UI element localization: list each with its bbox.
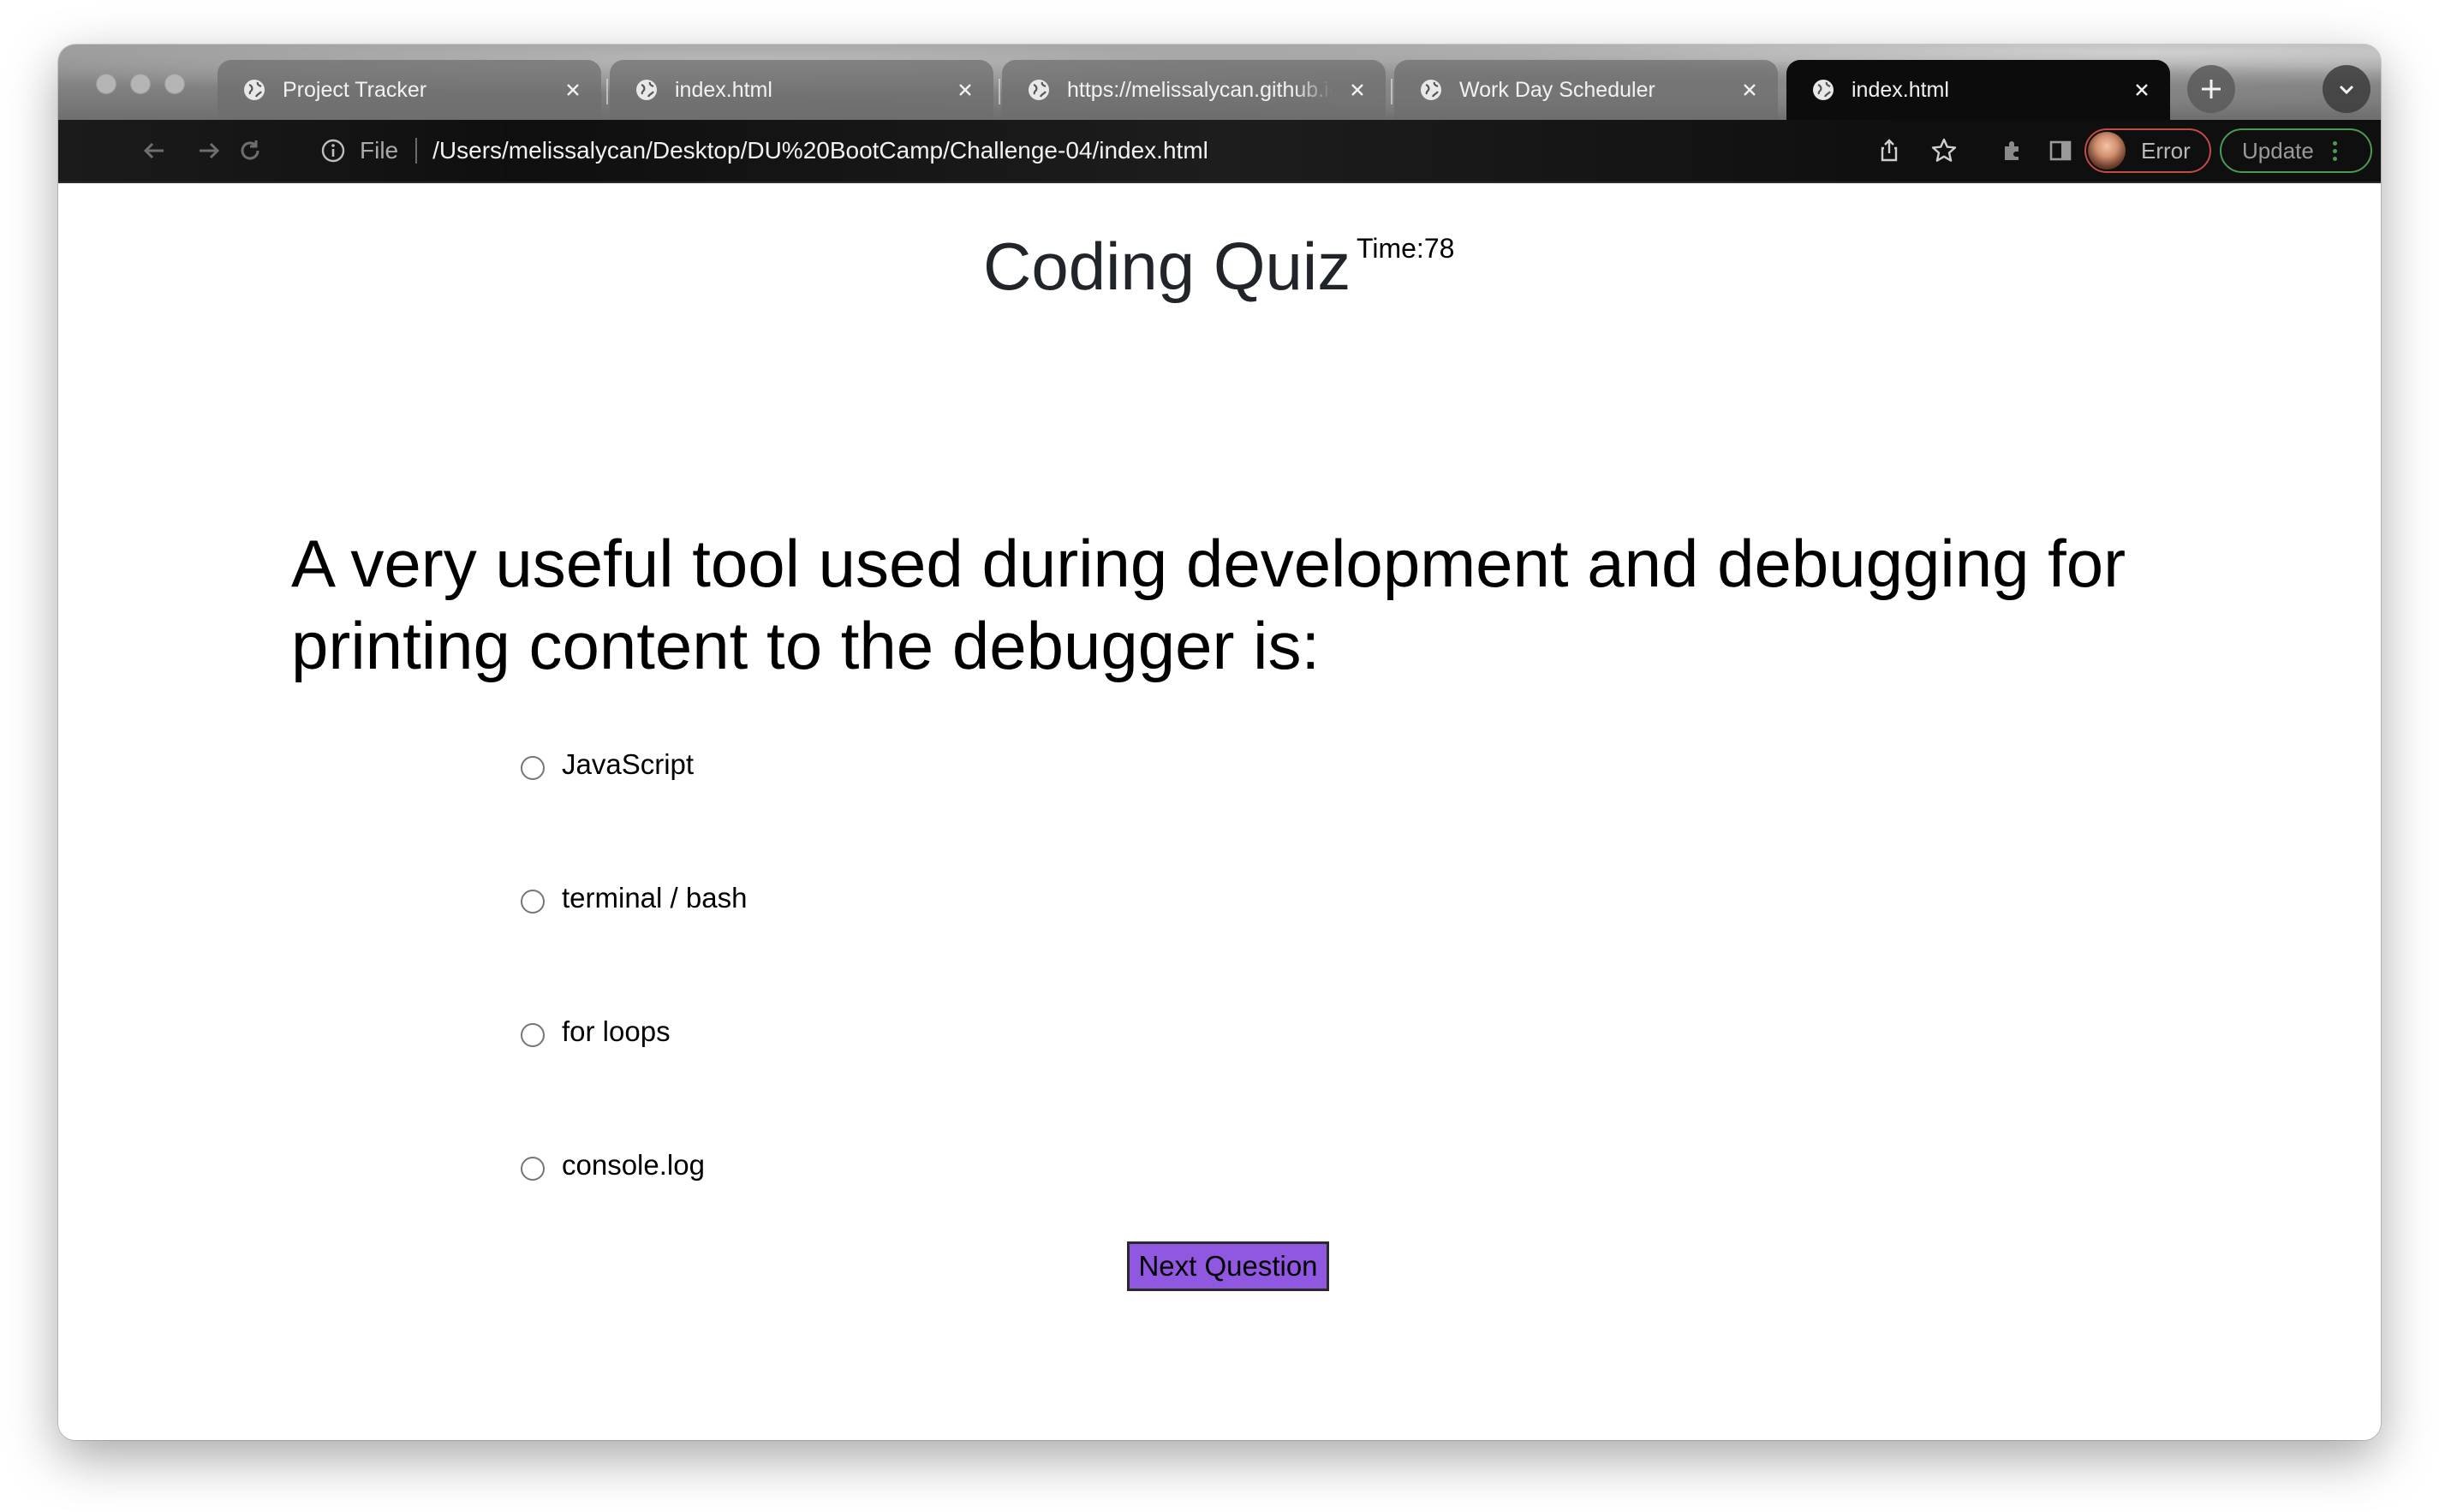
globe-icon [1026,77,1052,103]
bookmark-button[interactable] [1927,134,1961,168]
tab-separator [606,79,608,104]
avatar [2088,132,2126,170]
answer-option-2[interactable]: terminal / bash [521,882,747,914]
close-icon[interactable] [1737,77,1762,103]
tab-index-html-1[interactable]: index.html [610,60,993,120]
radio-button[interactable] [521,756,545,780]
tab-title: index.html [675,77,772,102]
zoom-window-dot[interactable] [164,74,185,94]
reload-button[interactable] [233,134,267,168]
info-icon[interactable] [319,136,348,165]
minimize-window-dot[interactable] [130,74,151,94]
extensions-button[interactable] [1995,134,2030,168]
answer-label[interactable]: console.log [562,1149,705,1182]
side-panel-button[interactable] [2043,134,2078,168]
radio-button[interactable] [521,890,545,914]
reload-icon [241,140,259,160]
share-button[interactable] [1872,134,1906,168]
close-icon[interactable] [560,77,586,103]
close-icon[interactable] [1345,77,1370,103]
star-icon [1931,138,1957,162]
question-text: A very useful tool used during developme… [291,526,2126,683]
tab-search-button[interactable] [2323,65,2370,113]
answer-option-4[interactable]: console.log [521,1149,705,1182]
next-question-button[interactable]: Next Question [1127,1241,1329,1291]
plus-icon [2202,80,2221,98]
address-bar[interactable]: File /Users/melissalycan/Desktop/DU%20Bo… [247,128,2088,173]
page-content: Coding Quiz Time:78 A very useful tool u… [58,183,2381,1440]
tab-separator [1391,79,1392,104]
share-icon [1881,139,1898,162]
page-title: Coding Quiz [983,229,1351,304]
scheme-label: File [360,137,399,164]
tab-project-tracker[interactable]: Project Tracker [218,60,601,120]
profile-status-label: Error [2141,137,2191,164]
globe-icon [1418,77,1444,103]
url-text[interactable]: /Users/melissalycan/Desktop/DU%20BootCam… [432,137,1208,164]
radio-button[interactable] [521,1023,545,1047]
close-window-dot[interactable] [96,74,116,94]
browser-window: Project Tracker index.html https://melis… [58,45,2381,1440]
arrow-left-icon [143,142,164,159]
tab-title: index.html [1852,77,1949,102]
browser-toolbar: File /Users/melissalycan/Desktop/DU%20Bo… [58,120,2381,183]
globe-icon [634,77,659,103]
tab-strip: Project Tracker index.html https://melis… [58,45,2381,120]
globe-icon [1810,77,1836,103]
answer-label[interactable]: JavaScript [562,748,694,781]
update-button[interactable]: Update [2220,128,2372,173]
arrow-right-icon [200,142,220,159]
omnibox-divider [415,138,418,164]
globe-icon [242,77,267,103]
new-tab-button[interactable] [2187,65,2235,113]
close-icon[interactable] [2129,77,2155,103]
puzzle-icon [2005,141,2019,160]
tab-github-io[interactable]: https://melissalycan.github.io [1002,60,1386,120]
tab-work-day-scheduler[interactable]: Work Day Scheduler [1394,60,1778,120]
close-icon[interactable] [952,77,978,103]
tab-title: Work Day Scheduler [1459,77,1655,102]
forward-button[interactable] [192,134,226,168]
tab-index-html-active[interactable]: index.html [1786,60,2170,120]
tab-title: https://melissalycan.github.io [1067,77,1333,102]
answer-option-3[interactable]: for loops [521,1015,671,1048]
chevron-down-icon [2339,85,2354,95]
back-button[interactable] [137,134,171,168]
sidebar-icon [2049,140,2072,161]
more-vertical-icon [2332,140,2337,161]
tab-separator [999,79,1000,104]
update-label: Update [2242,137,2314,164]
tab-title: Project Tracker [283,77,427,102]
answer-option-1[interactable]: JavaScript [521,748,694,781]
answer-label[interactable]: terminal / bash [562,882,747,914]
radio-button[interactable] [521,1157,545,1181]
profile-button[interactable]: Error [2084,128,2211,173]
timer-display: Time:78 [1357,233,1455,264]
answer-label[interactable]: for loops [562,1015,671,1048]
